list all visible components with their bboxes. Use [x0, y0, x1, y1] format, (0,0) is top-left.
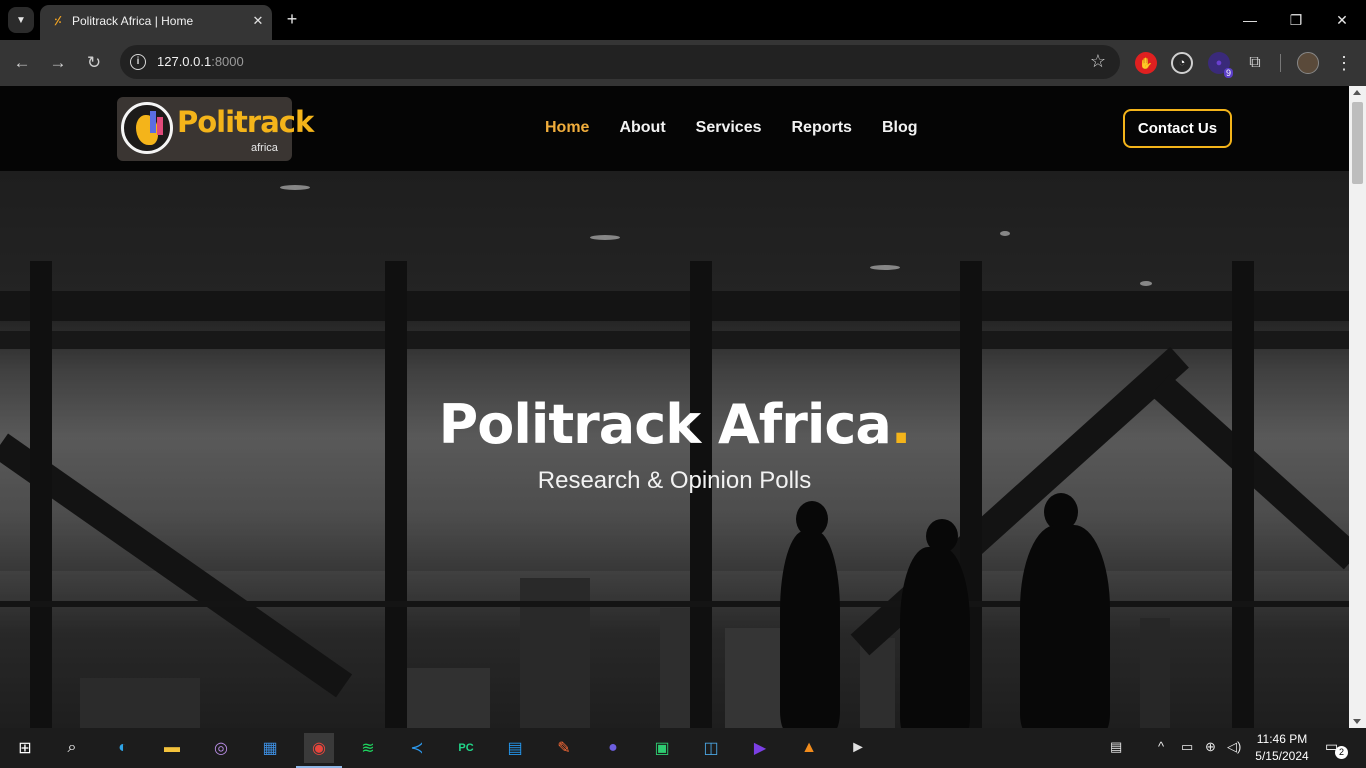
- media-player-icon[interactable]: ►: [843, 733, 873, 763]
- back-button[interactable]: ←: [10, 51, 34, 75]
- hero-title-dot: .: [890, 393, 911, 456]
- contact-us-button[interactable]: Contact Us: [1123, 109, 1232, 148]
- hero-subtitle: Research & Opinion Polls: [537, 467, 812, 494]
- clock-date: 5/15/2024: [1255, 749, 1309, 763]
- pycharm-icon[interactable]: PC: [451, 733, 481, 763]
- page-scrollbar[interactable]: [1349, 86, 1366, 728]
- africa-emblem-icon: [121, 102, 173, 154]
- speed-glyph: ◔: [1178, 57, 1186, 69]
- site-header: Politrack africa Home About Services Rep…: [0, 86, 1349, 171]
- logo-wordmark: Politrack: [177, 105, 314, 139]
- profile-avatar[interactable]: [1297, 52, 1319, 74]
- reload-button[interactable]: ↻: [82, 51, 106, 75]
- nav-blog[interactable]: Blog: [882, 119, 918, 137]
- hero-section: Politrack Africa. Research & Opinion Pol…: [0, 171, 1349, 728]
- tray-chevron-icon[interactable]: ^: [1158, 739, 1164, 754]
- zoom-like-icon[interactable]: ◫: [696, 733, 726, 763]
- url-host: 127.0.0.1: [157, 54, 212, 69]
- speed-extension-icon[interactable]: ◔: [1171, 52, 1193, 74]
- tor-browser-icon[interactable]: ◎: [206, 733, 236, 763]
- extensions-puzzle-icon[interactable]: ⧉: [1244, 52, 1266, 74]
- tab-search-icon[interactable]: ▼: [8, 7, 34, 33]
- main-navigation: Home About Services Reports Blog: [545, 119, 918, 137]
- extension-badge-glyph: ●: [1215, 57, 1223, 69]
- extension-badge-count: 9: [1223, 68, 1233, 78]
- microsoft-store-icon[interactable]: ▦: [255, 733, 285, 763]
- extension-badge-icon[interactable]: ● 9: [1208, 52, 1233, 78]
- window-close-button[interactable]: ✕: [1330, 8, 1354, 32]
- nav-services[interactable]: Services: [696, 119, 762, 137]
- tab-close-icon[interactable]: ✕: [249, 12, 267, 30]
- clock-time: 11:46 PM: [1256, 732, 1308, 746]
- hero-title-text: Politrack Africa: [438, 393, 892, 456]
- adblock-extension-icon[interactable]: ✋: [1135, 52, 1157, 74]
- battery-icon[interactable]: ▭: [1181, 739, 1193, 755]
- screen-capture-icon[interactable]: ▣: [647, 733, 677, 763]
- browser-tab-active[interactable]: ⸓ Politrack Africa | Home ✕: [40, 5, 272, 40]
- start-windows-icon[interactable]: ⊞: [10, 733, 40, 763]
- emblem-bar: [157, 117, 163, 135]
- logo-subtext: africa: [251, 142, 278, 154]
- page-viewport: Politrack africa Home About Services Rep…: [0, 86, 1349, 728]
- network-icon[interactable]: ⊕: [1205, 739, 1216, 755]
- address-bar[interactable]: i 127.0.0.1:8000 ☆: [120, 45, 1120, 79]
- nav-home[interactable]: Home: [545, 119, 589, 137]
- browser-tab-bar: ▼ ⸓ Politrack Africa | Home ✕ + — ❐ ✕: [0, 0, 1366, 40]
- file-explorer-icon[interactable]: ▬: [157, 733, 187, 763]
- site-info-icon[interactable]: i: [130, 54, 146, 70]
- search-icon[interactable]: ⌕: [57, 733, 87, 763]
- adblock-glyph: ✋: [1139, 57, 1153, 70]
- windows-taskbar: ⊞ ⌕ ◐ ▬ ◎ ▦ ◉ ≋ ≺ PC ▤ ✎ ● ▣ ◫ ▶ ▲ ► ▤ ^ ▭ ⊕ ◁) 11:46 PM 5/15/20…: [0, 728, 1366, 768]
- url-port: :8000: [211, 54, 244, 69]
- chrome-icon[interactable]: ◉: [304, 733, 334, 763]
- hero-title: Politrack Africa.: [0, 393, 1349, 456]
- scrollbar-thumb[interactable]: [1352, 102, 1363, 184]
- politrack-favicon-icon: ⸓: [54, 14, 62, 28]
- bookmark-star-icon[interactable]: ☆: [1090, 51, 1106, 72]
- edge-icon[interactable]: ◐: [108, 733, 138, 763]
- politrack-logo[interactable]: Politrack africa: [117, 97, 314, 161]
- tab-title: Politrack Africa | Home: [72, 14, 194, 28]
- emblem-bar: [150, 111, 156, 133]
- browser-menu-icon[interactable]: ⋮: [1332, 51, 1356, 75]
- url-text[interactable]: 127.0.0.1:8000: [157, 54, 244, 69]
- toolbar-divider: [1280, 54, 1281, 72]
- system-clock[interactable]: 11:46 PM 5/15/2024: [1253, 731, 1311, 765]
- nav-about[interactable]: About: [619, 119, 665, 137]
- browser-toolbar: ← → ↻ i 127.0.0.1:8000 ☆ ✋ ◔ ● 9 ⧉ ⋮: [0, 40, 1366, 86]
- nav-reports[interactable]: Reports: [792, 119, 852, 137]
- spotify-icon[interactable]: ≋: [353, 733, 383, 763]
- window-restore-button[interactable]: ❐: [1284, 8, 1308, 32]
- media-app-icon[interactable]: ▶: [745, 733, 775, 763]
- notification-count-badge: 2: [1335, 746, 1348, 759]
- scroll-down-arrow-icon[interactable]: [1353, 719, 1361, 724]
- forward-button[interactable]: →: [46, 51, 70, 75]
- window-minimize-button[interactable]: —: [1238, 8, 1262, 32]
- vlc-icon[interactable]: ▲: [794, 733, 824, 763]
- vscode-icon[interactable]: ≺: [402, 733, 432, 763]
- notification-center-icon[interactable]: ▭ 2: [1325, 738, 1348, 759]
- scroll-up-arrow-icon[interactable]: [1353, 90, 1361, 95]
- new-tab-button[interactable]: +: [282, 9, 302, 29]
- postman-icon[interactable]: ✎: [549, 733, 579, 763]
- volume-icon[interactable]: ◁): [1227, 739, 1241, 755]
- puzzle-glyph: ⧉: [1249, 54, 1261, 71]
- news-widget-icon[interactable]: ▤: [1110, 739, 1122, 755]
- docker-icon[interactable]: ▤: [500, 733, 530, 763]
- eclipse-icon[interactable]: ●: [598, 733, 628, 763]
